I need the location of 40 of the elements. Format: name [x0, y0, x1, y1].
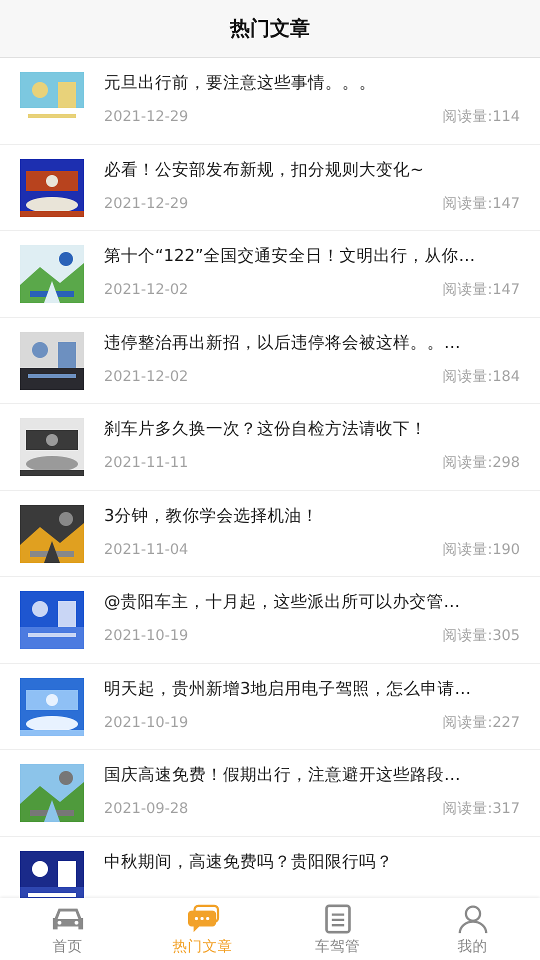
- read-count: 阅读量:114: [442, 108, 520, 126]
- article-item[interactable]: 必看！公安部发布新规，扣分规则大变化~ 2021-12-29 阅读量:147: [0, 144, 540, 231]
- article-item[interactable]: 第十个“122”全国交通安全日！文明出行，从你… 2021-12-02 阅读量:147: [0, 231, 540, 318]
- read-count: 阅读量:147: [442, 194, 520, 212]
- article-title: 3分钟，教你学会选择机油！: [104, 504, 320, 526]
- article-item[interactable]: 国庆高速免费！假期出行，注意避开这些路段… 2021-09-28 阅读量:317: [0, 750, 540, 836]
- person-icon: [456, 904, 490, 934]
- article-date: 2021-12-29: [104, 194, 188, 212]
- article-date: 2021-12-02: [104, 281, 188, 299]
- article-date: 2021-09-28: [104, 800, 188, 818]
- article-item[interactable]: 明天起，贵州新增3地启用电子驾照，怎么申请… 2021-10-19 阅读量:227: [0, 664, 540, 750]
- article-title: 必看！公安部发布新规，扣分规则大变化~: [104, 158, 425, 180]
- article-date: 2021-12-29: [104, 108, 188, 126]
- article-title: 国庆高速免费！假期出行，注意避开这些路段…: [104, 764, 462, 786]
- page-title: 热门文章: [230, 15, 310, 42]
- article-item[interactable]: @贵阳车主，十月起，这些派出所可以办交管… 2021-10-19 阅读量:305: [0, 577, 540, 664]
- article-item[interactable]: 违停整治再出新招，以后违停将会被这样。。… 2021-12-02 阅读量:184: [0, 318, 540, 404]
- article-date: 2021-10-19: [104, 627, 188, 645]
- article-title: 第十个“122”全国交通安全日！文明出行，从你…: [104, 245, 476, 267]
- read-count: 阅读量:227: [442, 714, 520, 732]
- article-date: 2021-11-11: [104, 454, 188, 472]
- article-title: 违停整治再出新招，以后违停将会被这样。。…: [104, 332, 462, 354]
- article-item[interactable]: 刹车片多久换一次？这份自检方法请收下！ 2021-11-11 阅读量:298: [0, 404, 540, 490]
- read-count: 阅读量:147: [442, 281, 520, 299]
- article-date: 2021-12-02: [104, 368, 188, 386]
- read-count: 阅读量:317: [442, 800, 520, 818]
- article-date: 2021-10-19: [104, 714, 188, 732]
- article-title: 元旦出行前，要注意这些事情。。。: [104, 72, 377, 94]
- read-count: 阅读量:305: [442, 627, 520, 645]
- article-date: 2021-11-04: [104, 540, 188, 558]
- read-count: 阅读量:298: [442, 454, 520, 472]
- read-count: 阅读量:184: [442, 368, 520, 386]
- article-title: @贵阳车主，十月起，这些派出所可以办交管…: [104, 591, 461, 613]
- read-count: 阅读量:190: [442, 540, 520, 558]
- article-title: 刹车片多久换一次？这份自检方法请收下！: [104, 418, 428, 440]
- article-item[interactable]: 元旦出行前，要注意这些事情。。。 2021-12-29 阅读量:114: [0, 58, 540, 144]
- article-item[interactable]: 3分钟，教你学会选择机油！ 2021-11-04 阅读量:190: [0, 490, 540, 577]
- article-title: 中秋期间，高速免费吗？贵阳限行吗？: [104, 850, 394, 872]
- article-title: 明天起，贵州新增3地启用电子驾照，怎么申请…: [104, 678, 472, 700]
- chat-bubbles-icon: [186, 904, 220, 934]
